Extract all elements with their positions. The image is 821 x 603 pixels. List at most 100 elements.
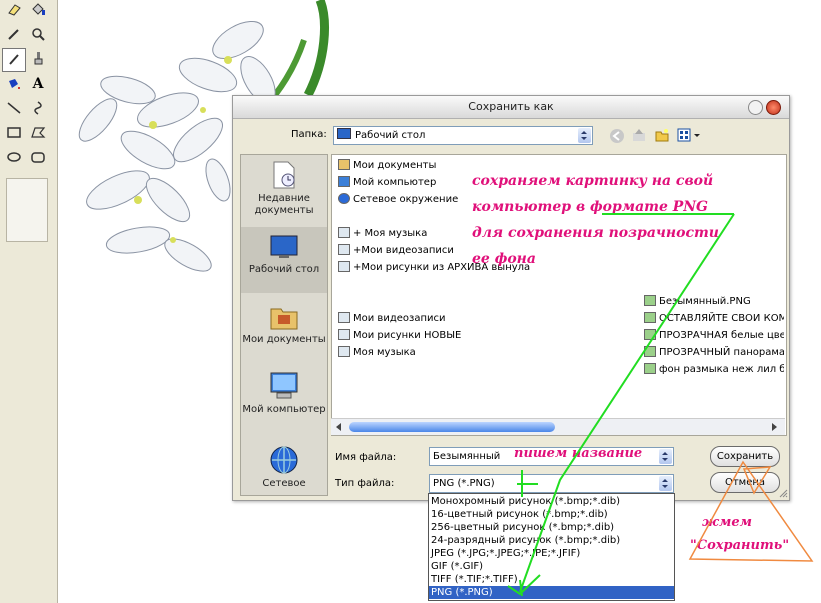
annotation-line: компьютер в формате PNG (472, 199, 709, 215)
minimize-icon[interactable] (748, 100, 763, 115)
place-label: Рабочий стол (248, 264, 320, 275)
list-item[interactable]: Сетевое окружение (338, 193, 458, 207)
place-label: Мои документы (242, 334, 326, 345)
brush-icon[interactable] (28, 48, 48, 68)
annotation-note: сохраняем картинку на свой компьютер в ф… (472, 168, 719, 272)
annotation-line: сохраняем картинку на свой (472, 173, 714, 189)
paint-toolbox: A (0, 0, 58, 603)
tool-options-box[interactable] (6, 178, 48, 242)
list-item[interactable]: Мои рисунки НОВЫЕ (338, 329, 461, 343)
filetype-option[interactable]: GIF (*.GIF) (429, 560, 674, 573)
filetype-value: PNG (*.PNG) (433, 478, 495, 489)
pictures-folder-icon (338, 329, 350, 340)
list-item[interactable]: ОСТАВЛЯЙТЕ СВОИ КОМ (644, 312, 784, 326)
list-item[interactable]: ПРОЗРАЧНЫЙ панорама (644, 346, 784, 360)
up-folder-icon[interactable] (631, 127, 647, 143)
dialog-titlebar[interactable]: Сохранить как (233, 96, 789, 119)
filetype-select[interactable]: PNG (*.PNG) (429, 474, 674, 493)
ellipse-tool-icon[interactable] (4, 148, 24, 168)
filetype-option[interactable]: TIFF (*.TIF;*.TIFF) (429, 573, 674, 586)
scrollbar-thumb[interactable] (349, 422, 555, 432)
filename-value: Безымянный (433, 451, 501, 462)
annotation-line: для сохранения позрачности (472, 225, 719, 241)
curve-tool-icon[interactable] (28, 98, 48, 118)
list-item[interactable]: Мои видеозаписи (338, 312, 445, 326)
save-as-dialog: Сохранить как Папка: Рабочий стол Недавн… (232, 95, 790, 501)
cancel-button[interactable]: Отмена (710, 472, 780, 493)
folder-select[interactable]: Рабочий стол (333, 126, 593, 145)
filename-label: Имя файла: (335, 452, 397, 463)
filetype-option-selected[interactable]: PNG (*.PNG) (429, 586, 674, 599)
filetype-option[interactable]: JPEG (*.JPG;*.JPEG;*.JPE;*.JFIF) (429, 547, 674, 560)
back-icon[interactable] (609, 128, 625, 144)
filename-dropdown-arrow-icon[interactable] (659, 449, 672, 464)
my-computer-icon (270, 372, 298, 399)
music-folder-icon (338, 346, 350, 357)
list-item[interactable]: Мои документы (338, 159, 436, 173)
list-item[interactable]: Безымянный.PNG (644, 295, 751, 309)
png-file-icon (644, 312, 656, 323)
computer-icon (338, 176, 350, 187)
list-item[interactable]: + Моя музыка (338, 227, 427, 241)
list-item[interactable]: Мой компьютер (338, 176, 436, 190)
places-bar: Недавние документы Рабочий стол Мои доку… (240, 154, 328, 496)
filetype-option[interactable]: 256-цветный рисунок (*.bmp;*.dib) (429, 521, 674, 534)
place-network[interactable]: Сетевое (241, 445, 327, 493)
folder-label: Папка: (291, 129, 327, 140)
place-label: Мой компьютер (242, 404, 326, 415)
annotation-press-line1: жмем (702, 515, 752, 530)
pictures-folder-icon (338, 261, 350, 272)
fill-bucket-icon[interactable] (28, 0, 48, 20)
scroll-left-icon[interactable] (334, 422, 344, 432)
folder-select-value: Рабочий стол (355, 130, 426, 141)
rounded-rectangle-tool-icon[interactable] (28, 148, 48, 168)
pencil-icon[interactable] (2, 48, 26, 72)
recent-documents-icon (273, 161, 295, 189)
save-button[interactable]: Сохранить (710, 446, 780, 467)
magnifier-icon[interactable] (28, 24, 48, 44)
list-item[interactable]: Моя музыка (338, 346, 416, 360)
view-menu-icon[interactable] (677, 127, 703, 143)
png-file-icon (644, 329, 656, 340)
right-file-column: Безымянный.PNG ОСТАВЛЯЙТЕ СВОИ КОМ ПРОЗР… (644, 295, 784, 375)
list-item[interactable]: +Мои видеозаписи (338, 244, 454, 258)
dialog-title: Сохранить как (468, 100, 554, 113)
place-label: Недавние документы (254, 193, 314, 216)
video-folder-icon (338, 312, 350, 323)
filetype-dropdown-arrow-icon[interactable] (659, 476, 672, 491)
folder-dropdown-arrow-icon[interactable] (578, 128, 591, 143)
place-my-documents[interactable]: Мои документы (241, 303, 327, 355)
close-icon[interactable] (766, 100, 781, 115)
my-documents-icon (270, 308, 298, 330)
airbrush-icon[interactable] (4, 74, 24, 94)
place-recent-documents[interactable]: Недавние документы (241, 160, 327, 222)
polygon-tool-icon[interactable] (28, 123, 48, 143)
filetype-option[interactable]: Монохромный рисунок (*.bmp;*.dib) (429, 495, 674, 508)
rectangle-tool-icon[interactable] (4, 123, 24, 143)
filetype-option[interactable]: 24-разрядный рисунок (*.bmp;*.dib) (429, 534, 674, 547)
desktop-icon (270, 235, 298, 258)
desktop-small-icon (337, 128, 351, 139)
place-my-computer[interactable]: Мой компьютер (241, 371, 327, 435)
horizontal-scrollbar[interactable] (331, 418, 785, 435)
music-folder-icon (338, 227, 350, 238)
annotation-press-line2: "Сохранить" (690, 538, 790, 553)
filetype-option[interactable]: 16-цветный рисунок (*.bmp;*.dib) (429, 508, 674, 521)
eraser-icon[interactable] (4, 0, 24, 20)
list-item[interactable]: ПРОЗРАЧНАЯ белые цве (644, 329, 784, 343)
scroll-right-icon[interactable] (769, 422, 779, 432)
line-tool-icon[interactable] (4, 98, 24, 118)
annotation-name-hint: пишем название (514, 446, 643, 461)
resize-grip-icon[interactable] (779, 489, 788, 498)
new-folder-icon[interactable] (654, 127, 670, 143)
place-label: Сетевое (262, 478, 306, 489)
video-folder-icon (338, 244, 350, 255)
png-file-icon (644, 363, 656, 374)
filetype-dropdown-list[interactable]: Монохромный рисунок (*.bmp;*.dib) 16-цве… (428, 493, 675, 601)
folder-icon (338, 159, 350, 170)
color-picker-icon[interactable] (4, 24, 24, 44)
place-desktop[interactable]: Рабочий стол (241, 227, 327, 293)
text-tool-icon[interactable]: A (28, 74, 48, 94)
annotation-line: ее фона (472, 251, 536, 267)
list-item[interactable]: фон размыка неж лил б (644, 363, 784, 375)
